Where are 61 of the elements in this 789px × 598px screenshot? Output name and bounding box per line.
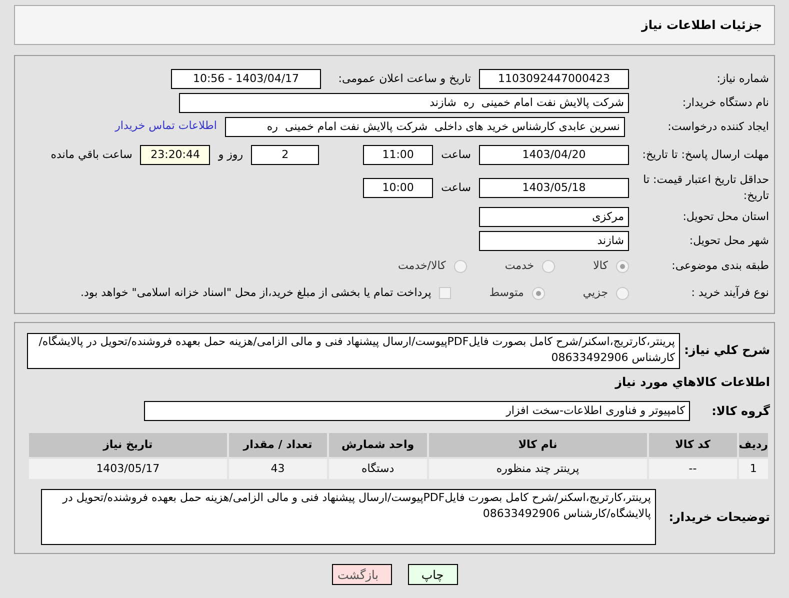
back-button[interactable]: بازگشت bbox=[332, 564, 392, 585]
radio-button[interactable] bbox=[532, 286, 545, 300]
radio-label: جزيي bbox=[582, 284, 608, 301]
group-label: گروه کالا: bbox=[710, 403, 770, 420]
column-header: نام کالا bbox=[428, 432, 648, 458]
days-label: روز و bbox=[218, 146, 244, 163]
description-label: شرح کلي نیاز: bbox=[686, 342, 770, 359]
deadline-date-field[interactable]: 1403/04/20 bbox=[479, 145, 629, 165]
table-cell: پرینتر چند منظوره bbox=[428, 458, 648, 480]
column-header: تعداد / مقدار bbox=[228, 432, 328, 458]
field-label: نام دستگاه خریدار: bbox=[681, 94, 769, 110]
need-number-field[interactable]: 1103092447000423 bbox=[479, 68, 629, 88]
field-label: استان محل تحویل: bbox=[682, 208, 769, 224]
table-cell: 1 bbox=[738, 458, 769, 480]
buyer-notes-field[interactable]: پرینتر،کارتریج،اسکنر/شرح کامل بصورت فایلPDFپیوست/ارسال پیشنهاد فنی و مالی الزامی/هزینه حمل بعهده فروشنده/تحویل در پالایشگاه/کارشناس 08633492906 bbox=[41, 489, 656, 545]
buyer-notes-label: توضیحات خریدار: bbox=[668, 509, 770, 526]
page-title: جزئیات اطلاعات نیاز bbox=[641, 17, 762, 34]
remaining-label: ساعت باقي مانده bbox=[50, 146, 132, 163]
column-header: تاریخ نیاز bbox=[28, 432, 228, 458]
radio-button[interactable] bbox=[616, 260, 629, 272]
field-label: شماره نیاز: bbox=[716, 70, 769, 86]
table-cell: دستگاه bbox=[328, 458, 428, 480]
checkbox[interactable] bbox=[439, 287, 452, 299]
time-label: ساعت bbox=[441, 146, 471, 163]
deadline-time-field[interactable]: 11:00 bbox=[363, 145, 434, 165]
table-cell: 1403/05/17 bbox=[28, 458, 228, 480]
radio-label: خدمت bbox=[504, 258, 534, 274]
table-cell: 43 bbox=[228, 458, 328, 480]
goods-group-field[interactable]: کامپیوتر و فناوری اطلاعات-سخت افزار bbox=[144, 401, 690, 421]
column-header: ردیف bbox=[738, 432, 769, 458]
buyer-contact-link[interactable]: اطلاعات تماس خریدار bbox=[115, 118, 217, 135]
radio-button[interactable] bbox=[542, 260, 556, 272]
field-label: ایجاد کننده درخواست: bbox=[666, 118, 769, 134]
table-cell: -- bbox=[648, 458, 738, 480]
buyer-field[interactable]: شرکت پالایش نفت امام خمینی ره شازند bbox=[179, 92, 629, 112]
goods-title: اطلاعات کالاهاي مورد نیاز bbox=[614, 374, 770, 391]
column-header: کد کالا bbox=[648, 432, 738, 458]
validity-time-field[interactable]: 10:00 bbox=[363, 178, 434, 198]
field-label: تاریخ و ساعت اعلان عمومی: bbox=[337, 70, 471, 86]
field-label: شهر محل تحویل: bbox=[688, 232, 769, 248]
field-label: حداقل تاریخ اعتبار قیمت: تا تاریخ: bbox=[642, 172, 769, 204]
days-field[interactable]: 2 bbox=[251, 145, 320, 165]
time-label: ساعت bbox=[441, 180, 471, 196]
field-label: طبقه بندی موضوعی: bbox=[670, 258, 769, 274]
field-label: نوع فرآیند خرید : bbox=[690, 285, 769, 301]
radio-label: كالا/خدمت bbox=[398, 258, 446, 274]
radio-label: كالا bbox=[593, 258, 608, 274]
remaining-time-field[interactable]: 23:20:44 bbox=[140, 145, 210, 165]
city-field[interactable]: شازند bbox=[479, 230, 629, 250]
creator-field[interactable]: نسرین عابدی کارشناس خرید های داخلی شرکت پالایش نفت امام خمینی ره bbox=[225, 116, 625, 136]
announce-date-field[interactable]: 1403/04/17 - 10:56 bbox=[171, 68, 321, 88]
radio-button[interactable] bbox=[616, 286, 629, 300]
validity-date-field[interactable]: 1403/05/18 bbox=[479, 178, 629, 198]
province-field[interactable]: مرکزی bbox=[479, 206, 629, 226]
treasury-label: پرداخت تمام یا بخشی از مبلغ خرید،از محل "اسناد خزانه اسلامی" خواهد بود. bbox=[80, 284, 432, 301]
column-header: واحد شمارش bbox=[328, 432, 428, 458]
description-field[interactable]: پرینتر،کارتریج،اسکنر/شرح کامل بصورت فایلPDFپیوست/ارسال پیشنهاد فنی و مالی الزامی/هزینه حمل بعهده فروشنده/تحویل در پالایشگاه/کارشناس 08633492906 bbox=[27, 333, 680, 369]
radio-button[interactable] bbox=[454, 260, 467, 272]
field-label: مهلت ارسال پاسخ: تا تاریخ: bbox=[641, 147, 769, 163]
print-button[interactable]: چاپ bbox=[408, 564, 458, 585]
radio-label: متوسط bbox=[489, 284, 524, 301]
